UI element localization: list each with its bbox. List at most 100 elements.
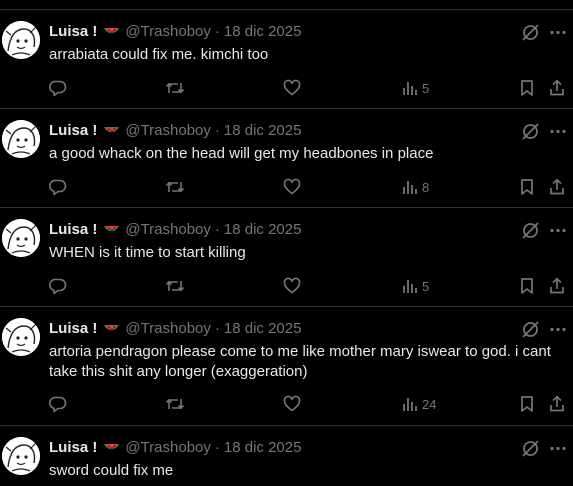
retweet-button[interactable] <box>165 176 185 198</box>
author-name[interactable]: Luisa ! <box>49 23 97 40</box>
reply-icon <box>49 278 67 295</box>
bookmark-button[interactable] <box>518 275 536 297</box>
watermelon-emoji <box>103 320 120 337</box>
author-name[interactable]: Luisa ! <box>49 221 97 238</box>
tweet-actions: 5 <box>0 275 573 297</box>
share-icon <box>550 395 564 412</box>
tweet-text: a good whack on the head will get my hea… <box>49 145 434 162</box>
more-icon[interactable] <box>548 122 568 141</box>
tweet-text: WHEN is it time to start killing <box>49 244 246 261</box>
share-button[interactable] <box>548 275 566 297</box>
views-button[interactable]: 8 <box>401 176 429 198</box>
retweet-button[interactable] <box>165 275 185 297</box>
bookmark-icon <box>521 278 533 294</box>
views-count: 24 <box>422 396 437 412</box>
tweet-text: artoria pendragon please come to me like… <box>49 343 551 380</box>
retweet-icon <box>165 82 185 94</box>
author-handle[interactable]: @Trashoboy <box>125 23 211 40</box>
reply-icon <box>49 396 67 413</box>
share-button[interactable] <box>548 393 566 415</box>
reply-icon <box>49 179 67 196</box>
grok-icon[interactable] <box>521 221 540 240</box>
tweet-date[interactable]: 18 dic 2025 <box>224 23 302 40</box>
retweet-button[interactable] <box>165 77 185 99</box>
separator: · <box>214 122 220 139</box>
tweet[interactable]: Luisa ! @Trashoboy · 18 dic 2025 WHEN is… <box>0 207 573 307</box>
reply-button[interactable] <box>49 393 67 415</box>
tweet-date[interactable]: 18 dic 2025 <box>224 221 302 238</box>
bookmark-icon <box>521 80 533 96</box>
bookmark-button[interactable] <box>518 77 536 99</box>
tweet-date[interactable]: 18 dic 2025 <box>224 320 302 337</box>
tweet-date[interactable]: 18 dic 2025 <box>224 122 302 139</box>
timeline-feed: Luisa ! @Trashoboy · 18 dic 2025 arrabia… <box>0 0 573 486</box>
tweet-header: Luisa ! @Trashoboy · 18 dic 2025 <box>49 438 301 457</box>
tweet[interactable]: Luisa ! @Trashoboy · 18 dic 2025 arrabia… <box>0 9 573 109</box>
watermelon-emoji <box>103 439 120 456</box>
like-button[interactable] <box>283 393 301 415</box>
share-icon <box>550 178 564 195</box>
grok-icon[interactable] <box>521 320 540 339</box>
like-icon <box>283 277 301 294</box>
like-icon <box>283 395 301 412</box>
watermelon-emoji <box>103 221 120 238</box>
views-button[interactable]: 5 <box>401 77 429 99</box>
retweet-icon <box>165 398 185 410</box>
views-button[interactable]: 5 <box>401 275 429 297</box>
retweet-button[interactable] <box>165 393 185 415</box>
tweet-actions: 5 <box>0 77 573 99</box>
more-icon[interactable] <box>548 221 568 240</box>
views-count: 8 <box>422 179 430 195</box>
tweet-text: sword could fix me <box>49 462 174 479</box>
bookmark-icon <box>521 396 533 412</box>
share-button[interactable] <box>548 176 566 198</box>
grok-icon[interactable] <box>521 122 540 141</box>
avatar[interactable] <box>2 120 40 158</box>
author-handle[interactable]: @Trashoboy <box>125 320 211 337</box>
avatar[interactable] <box>2 21 40 59</box>
tweet-actions: 24 <box>0 393 573 415</box>
author-name[interactable]: Luisa ! <box>49 439 97 456</box>
tweet-text: arrabiata could fix me. kimchi too <box>49 46 269 63</box>
tweet[interactable]: Luisa ! @Trashoboy · 18 dic 2025 sword c… <box>0 425 573 486</box>
tweet[interactable]: Luisa ! @Trashoboy · 18 dic 2025 a good … <box>0 108 573 208</box>
more-icon[interactable] <box>548 439 568 458</box>
avatar[interactable] <box>2 318 40 356</box>
author-name[interactable]: Luisa ! <box>49 122 97 139</box>
reply-button[interactable] <box>49 176 67 198</box>
author-handle[interactable]: @Trashoboy <box>125 122 211 139</box>
grok-icon[interactable] <box>521 439 540 458</box>
reply-button[interactable] <box>49 275 67 297</box>
avatar[interactable] <box>2 219 40 257</box>
reply-button[interactable] <box>49 77 67 99</box>
views-icon <box>403 280 417 293</box>
author-handle[interactable]: @Trashoboy <box>125 439 211 456</box>
views-icon <box>403 181 417 194</box>
author-handle[interactable]: @Trashoboy <box>125 221 211 238</box>
views-button[interactable]: 24 <box>401 393 436 415</box>
like-icon <box>283 178 301 195</box>
views-icon <box>403 82 417 95</box>
share-button[interactable] <box>548 77 566 99</box>
author-name[interactable]: Luisa ! <box>49 320 97 337</box>
like-icon <box>283 79 301 96</box>
avatar[interactable] <box>2 437 40 475</box>
bookmark-button[interactable] <box>518 176 536 198</box>
tweet[interactable]: Luisa ! @Trashoboy · 18 dic 2025 artoria… <box>0 306 573 426</box>
more-icon[interactable] <box>548 23 568 42</box>
grok-icon[interactable] <box>521 23 540 42</box>
like-button[interactable] <box>283 176 301 198</box>
separator: · <box>214 439 220 456</box>
watermelon-emoji <box>103 122 120 139</box>
tweet-date[interactable]: 18 dic 2025 <box>224 439 302 456</box>
tweet-actions: 8 <box>0 176 573 198</box>
more-icon[interactable] <box>548 320 568 339</box>
tweet-header: Luisa ! @Trashoboy · 18 dic 2025 <box>49 121 301 140</box>
retweet-icon <box>165 181 185 193</box>
views-count: 5 <box>422 80 430 96</box>
bookmark-button[interactable] <box>518 393 536 415</box>
like-button[interactable] <box>283 275 301 297</box>
share-icon <box>550 79 564 96</box>
tweet-header: Luisa ! @Trashoboy · 18 dic 2025 <box>49 22 301 41</box>
like-button[interactable] <box>283 77 301 99</box>
